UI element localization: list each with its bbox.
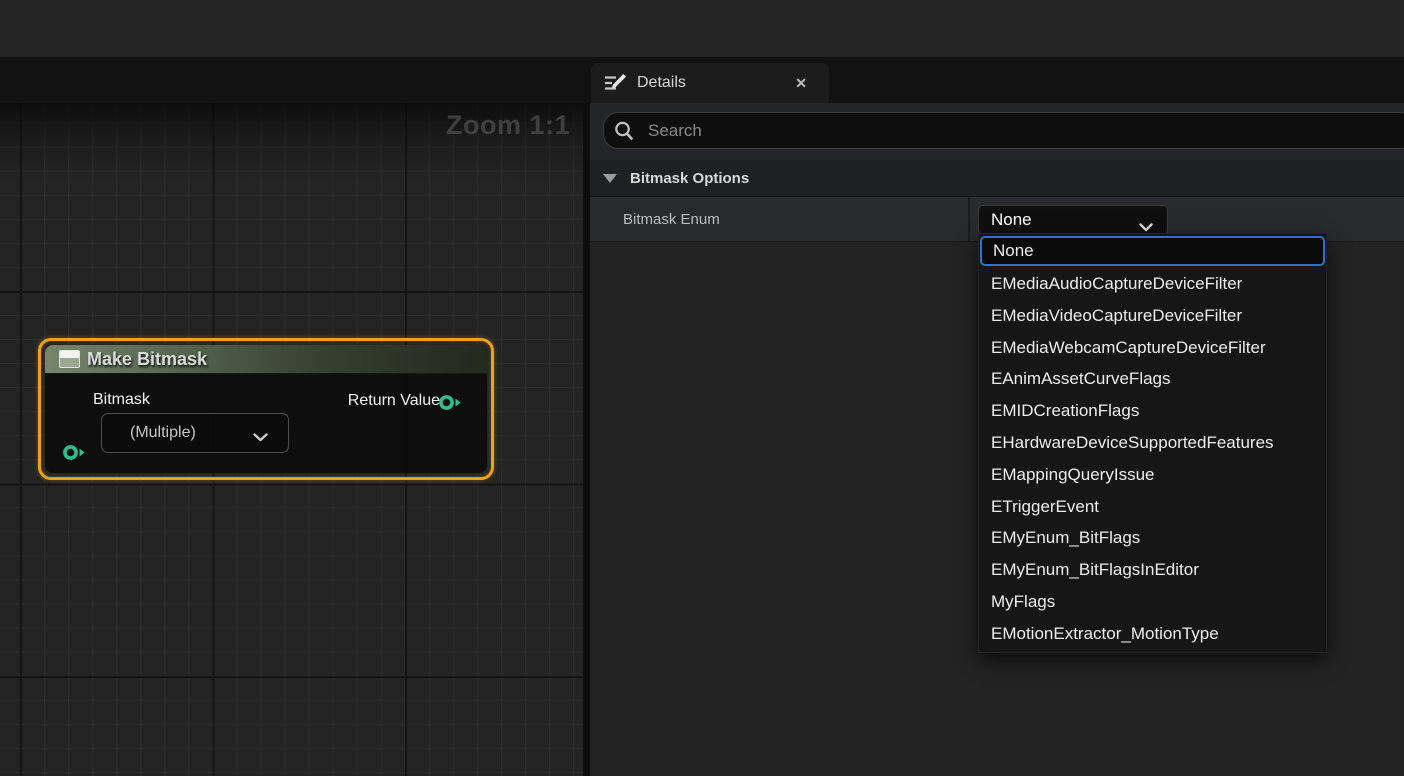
property-label: Bitmask Enum [623, 211, 720, 228]
close-icon[interactable]: ✕ [795, 63, 807, 103]
enum-dropdown-item[interactable]: None [980, 236, 1325, 266]
search-section [590, 103, 1404, 160]
enum-dropdown-item[interactable]: EAnimAssetCurveFlags [979, 363, 1326, 395]
enum-dropdown-item[interactable]: EMyEnum_BitFlagsInEditor [979, 554, 1326, 586]
make-struct-icon [59, 350, 80, 368]
node-make-bitmask[interactable]: Make Bitmask Bitmask (Multiple) [45, 345, 487, 473]
search-input[interactable] [648, 121, 1404, 141]
output-pin-label: Return Value [348, 392, 440, 410]
unreal-blueprint-editor: Details ✕ Zoom 1:1 Make Bitmask Bitmask [0, 0, 1404, 776]
tab-details-label: Details [637, 74, 686, 92]
blueprint-graph-canvas[interactable]: Zoom 1:1 Make Bitmask Bitmask [0, 103, 583, 776]
panel-splitter[interactable] [583, 103, 590, 776]
enum-dropdown-item[interactable]: EMediaWebcamCaptureDeviceFilter [979, 332, 1326, 364]
enum-dropdown-item[interactable]: EMediaVideoCaptureDeviceFilter [979, 300, 1326, 332]
enum-dropdown-item[interactable]: EHardwareDeviceSupportedFeatures [979, 427, 1326, 459]
node-selection-outline: Make Bitmask Bitmask (Multiple) [38, 338, 494, 480]
enum-dropdown-item[interactable]: EMotionExtractor_MotionType [979, 618, 1326, 650]
zoom-level-indicator: Zoom 1:1 [446, 110, 570, 141]
section-title: Bitmask Options [630, 170, 749, 187]
tab-well: Details ✕ [0, 57, 1404, 103]
enum-dropdown-item[interactable]: EMyEnum_BitFlags [979, 522, 1326, 554]
enum-dropdown-item[interactable]: EMappingQueryIssue [979, 459, 1326, 491]
node-body: Bitmask (Multiple) Return Value [45, 374, 487, 466]
bitmask-input-pin-icon[interactable] [62, 444, 86, 466]
section-bitmask-options[interactable]: Bitmask Options [590, 160, 1404, 197]
return-value-pin-icon[interactable] [438, 394, 462, 416]
bitmask-value-dropdown[interactable]: (Multiple) [101, 413, 289, 453]
enum-dropdown-item[interactable]: EMediaAudioCaptureDeviceFilter [979, 268, 1326, 300]
enum-dropdown-item[interactable]: EMIDCreationFlags [979, 395, 1326, 427]
chevron-down-icon [253, 429, 268, 447]
bitmask-enum-dropdown[interactable]: None [978, 205, 1168, 235]
property-name-cell: Bitmask Enum [590, 197, 970, 241]
input-pin-label: Bitmask [93, 391, 150, 409]
enum-dropdown-item[interactable]: ETriggerEvent [979, 491, 1326, 523]
search-icon [613, 120, 635, 142]
bitmask-value-dropdown-text: (Multiple) [130, 424, 196, 442]
search-box[interactable] [603, 112, 1404, 149]
enum-dropdown-item[interactable]: MyFlags [979, 586, 1326, 618]
tab-details[interactable]: Details ✕ [591, 63, 829, 103]
node-header[interactable]: Make Bitmask [45, 345, 487, 374]
enum-dropdown-menu: None EMediaAudioCaptureDeviceFilter EMed… [978, 233, 1327, 653]
node-title: Make Bitmask [87, 349, 207, 370]
bitmask-enum-dropdown-text: None [991, 210, 1032, 230]
window-top-bar [0, 0, 1404, 57]
details-panel-icon [603, 73, 626, 93]
chevron-expanded-icon[interactable] [603, 174, 617, 183]
